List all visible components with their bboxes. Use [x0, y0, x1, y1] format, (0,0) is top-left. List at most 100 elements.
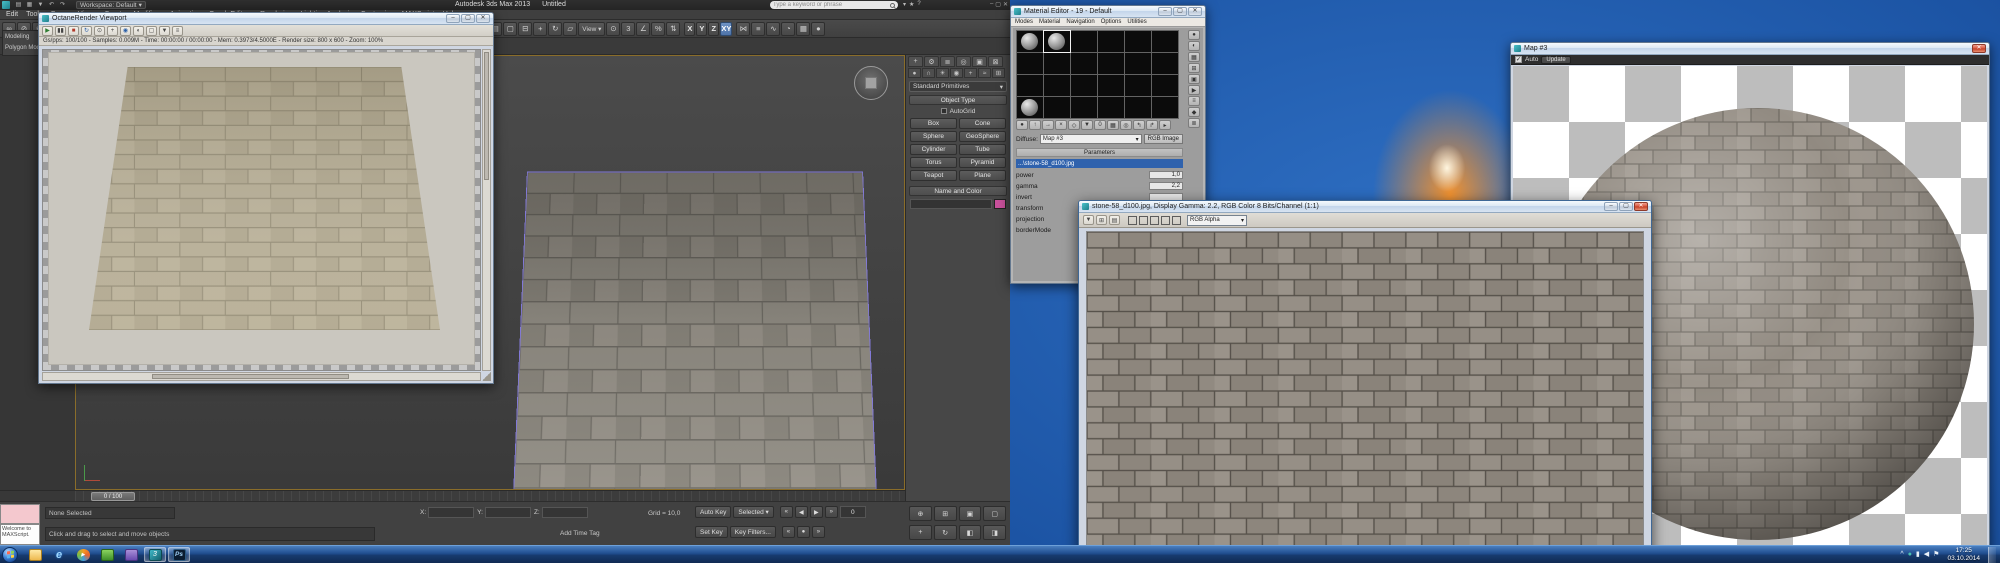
- octane-render-area[interactable]: [42, 49, 481, 371]
- window-button[interactable]: ▢: [995, 1, 1001, 8]
- window-button[interactable]: ✕: [1188, 7, 1202, 16]
- taskbar-media-player-icon[interactable]: ▶: [72, 547, 94, 562]
- primitive-button[interactable]: Sphere: [910, 131, 957, 142]
- hidden-icons-icon[interactable]: ^: [1900, 547, 1903, 563]
- red-channel-icon[interactable]: [1128, 215, 1137, 225]
- percent-snap-icon[interactable]: %: [651, 21, 666, 36]
- key-filters-button[interactable]: Key Filters...: [729, 526, 776, 538]
- network-icon[interactable]: ▮: [1916, 547, 1920, 563]
- taskbar-photoshop-icon[interactable]: Ps: [168, 547, 190, 562]
- vertical-scrollbar[interactable]: [482, 49, 491, 371]
- shapes-icon[interactable]: ∩: [922, 68, 935, 78]
- primitive-button[interactable]: Teapot: [910, 170, 957, 181]
- material-sample-slot[interactable]: [1016, 52, 1044, 75]
- workspace-dropdown[interactable]: Workspace: Default ▾: [76, 1, 146, 9]
- show-map-in-viewport-icon[interactable]: ▦: [1107, 120, 1119, 130]
- primitive-button[interactable]: Cone: [959, 118, 1006, 129]
- menu-item[interactable]: Utilities: [1127, 19, 1146, 25]
- rectangular-selection-icon[interactable]: ▢: [503, 21, 518, 36]
- sample-type-icon[interactable]: ●: [1188, 30, 1200, 40]
- 3dsmax-app-button-icon[interactable]: [2, 1, 10, 9]
- object-color-swatch[interactable]: [994, 199, 1006, 209]
- viewport-settings-icon[interactable]: ≡: [172, 25, 183, 36]
- object-type-rollout[interactable]: Object Type: [909, 95, 1007, 105]
- maxscript-mini-listener-white[interactable]: Welcome to MAXScript.: [0, 524, 40, 545]
- taskbar-green-app-icon[interactable]: [96, 547, 118, 562]
- region-render-icon[interactable]: ▢: [146, 25, 157, 36]
- save-image-icon[interactable]: ▼: [1083, 215, 1094, 225]
- infocenter-search[interactable]: [770, 1, 898, 9]
- 3dsmax-titlebar[interactable]: ▤ ▦ ▼ ↶ ↷ Workspace: Default ▾ Autodesk 3ds M…: [0, 0, 1010, 10]
- material-sample-slot[interactable]: [1070, 52, 1098, 75]
- axis-x-button[interactable]: X: [684, 21, 696, 36]
- auto-key-button[interactable]: Auto Key: [695, 506, 732, 518]
- material-sample-slot[interactable]: [1097, 74, 1125, 97]
- add-time-tag[interactable]: Add Time Tag: [560, 530, 600, 537]
- taskbar-folder-icon[interactable]: [24, 547, 46, 562]
- search-input[interactable]: [773, 2, 888, 8]
- go-forward-icon[interactable]: ↱: [1146, 120, 1158, 130]
- go-to-parent-icon[interactable]: ↰: [1133, 120, 1145, 130]
- modify-tab-icon[interactable]: ⚙: [924, 56, 939, 67]
- reset-map-icon[interactable]: ×: [1055, 120, 1067, 130]
- material-sample-slot[interactable]: [1016, 74, 1044, 97]
- play-animation-icon[interactable]: ▶: [809, 506, 823, 518]
- window-button[interactable]: –: [990, 1, 993, 8]
- material-sample-slot[interactable]: [1124, 96, 1152, 119]
- select-by-material-icon[interactable]: ◆: [1188, 107, 1200, 117]
- helpers-icon[interactable]: +: [964, 68, 977, 78]
- hierarchy-tab-icon[interactable]: ≣: [940, 56, 955, 67]
- favorites-icon[interactable]: ★: [909, 1, 914, 8]
- maximize-icon[interactable]: ▢: [461, 14, 475, 23]
- maximize-icon[interactable]: ▢: [1619, 202, 1633, 211]
- backlight-icon[interactable]: ◐: [1188, 41, 1200, 51]
- primitive-button[interactable]: Box: [910, 118, 957, 129]
- axis-xy-button[interactable]: XY: [720, 21, 733, 36]
- go-to-start-icon[interactable]: «: [779, 506, 793, 518]
- save-file-icon[interactable]: ▼: [36, 1, 45, 9]
- menu-item[interactable]: Options: [1101, 19, 1122, 25]
- start-button[interactable]: [2, 546, 18, 563]
- taskbar-internet-explorer-icon[interactable]: e: [48, 547, 70, 562]
- zoom-icon[interactable]: ⊕: [909, 506, 932, 521]
- lights-icon[interactable]: ☀: [936, 68, 949, 78]
- material-sample-slot[interactable]: [1016, 30, 1044, 53]
- search-icon[interactable]: [890, 2, 895, 8]
- update-button[interactable]: Update: [1541, 55, 1571, 64]
- render-start-icon[interactable]: ▶: [42, 25, 53, 36]
- menu-item[interactable]: Navigation: [1066, 19, 1094, 25]
- go-to-end-icon[interactable]: »: [824, 506, 838, 518]
- new-scene-icon[interactable]: ▤: [14, 1, 23, 9]
- material-sample-slot[interactable]: [1151, 74, 1179, 97]
- select-and-move-icon[interactable]: +: [533, 21, 548, 36]
- material-sample-slot[interactable]: [1151, 30, 1179, 53]
- geometry-icon[interactable]: ●: [908, 68, 921, 78]
- new-key-icon[interactable]: ●: [796, 526, 810, 538]
- spinner-snap-icon[interactable]: ⇅: [666, 21, 681, 36]
- parameters-rollout[interactable]: Parameters: [1016, 148, 1183, 157]
- name-color-rollout[interactable]: Name and Color: [909, 186, 1007, 196]
- minimize-icon[interactable]: –: [446, 14, 460, 23]
- primitives-dropdown[interactable]: Standard Primitives ▾: [909, 81, 1007, 92]
- primitive-button[interactable]: Cylinder: [910, 144, 957, 155]
- align-icon[interactable]: ≡: [751, 21, 766, 36]
- action-center-icon[interactable]: ⚑: [1933, 547, 1939, 563]
- material-editor-icon[interactable]: ◔: [781, 21, 796, 36]
- map-type-button[interactable]: RGB Image: [1143, 134, 1183, 144]
- parameter-value-field[interactable]: 1,0: [1149, 171, 1183, 179]
- window-button[interactable]: ✕: [1003, 1, 1008, 8]
- scrollbar-thumb[interactable]: [484, 52, 489, 180]
- primitive-button[interactable]: Pyramid: [959, 157, 1006, 168]
- utilities-tab-icon[interactable]: ⊠: [988, 56, 1003, 67]
- primitive-button[interactable]: Torus: [910, 157, 957, 168]
- reference-coordinate-dropdown[interactable]: View ▾: [578, 21, 606, 36]
- orbit-icon[interactable]: ↻: [933, 525, 957, 540]
- maxscript-mini-listener-pink[interactable]: [0, 504, 40, 524]
- material-sample-slot[interactable]: [1124, 74, 1152, 97]
- resize-grip[interactable]: [482, 372, 491, 381]
- video-color-check-icon[interactable]: ▣: [1188, 74, 1200, 84]
- show-desktop-button[interactable]: [1988, 546, 1996, 563]
- material-sample-slot[interactable]: [1070, 74, 1098, 97]
- assign-material-icon[interactable]: →: [1042, 120, 1054, 130]
- material-sample-slot[interactable]: [1043, 30, 1071, 53]
